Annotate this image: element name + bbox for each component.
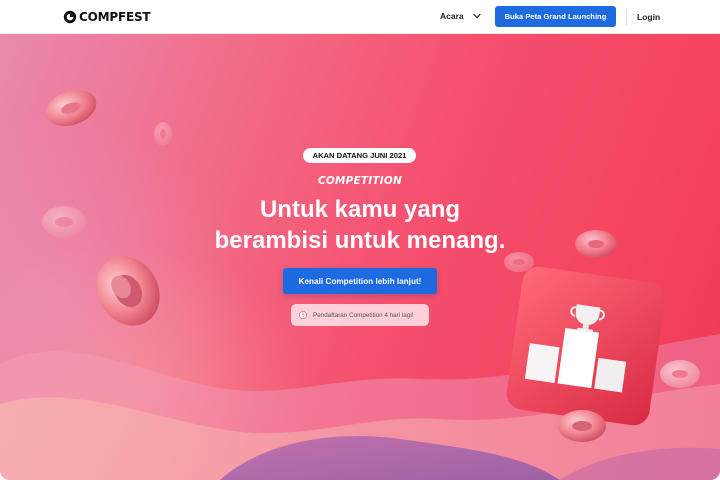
logo[interactable]: COMPFEST (63, 9, 151, 25)
hero-headline-line-2: berambisi untuk menang. (214, 227, 506, 254)
donut-icon (660, 360, 700, 388)
logo-mark-icon (63, 10, 77, 24)
hero-section: AKAN DATANG JUNI 2021 COMPETITION Untuk … (0, 34, 720, 480)
donut-icon (96, 256, 160, 326)
page: COMPFEST Acara Buka Peta Grand Launching… (0, 0, 720, 480)
section-eyebrow: COMPETITION (317, 175, 402, 187)
logo-text: COMPFEST (79, 10, 151, 24)
registration-notice: Pendaftaran Competition 4 hari lagi! (291, 304, 429, 326)
nav-menu-acara[interactable]: Acara (440, 11, 481, 21)
navbar: COMPFEST Acara Buka Peta Grand Launching… (0, 0, 720, 34)
trophy-box (506, 266, 666, 426)
hero-headline: Untuk kamu yang berambisi untuk menang. (0, 194, 720, 256)
grand-launching-map-button[interactable]: Buka Peta Grand Launching (495, 6, 616, 27)
learn-more-competition-button[interactable]: Kenali Competition lebih lanjut! (283, 268, 437, 294)
info-icon (299, 311, 307, 319)
donut-icon (45, 89, 97, 127)
hero-headline-line-1: Untuk kamu yang (259, 196, 461, 223)
login-link[interactable]: Login (637, 12, 660, 22)
nav-menu-acara-label: Acara (440, 11, 464, 21)
hero-decorations (42, 89, 700, 442)
chevron-down-icon (473, 13, 481, 19)
donut-icon (558, 410, 606, 442)
coming-soon-badge: AKAN DATANG JUNI 2021 (303, 148, 416, 163)
donut-icon (154, 122, 172, 146)
registration-notice-text: Pendaftaran Competition 4 hari lagi! (313, 311, 414, 319)
nav-divider (626, 9, 627, 25)
